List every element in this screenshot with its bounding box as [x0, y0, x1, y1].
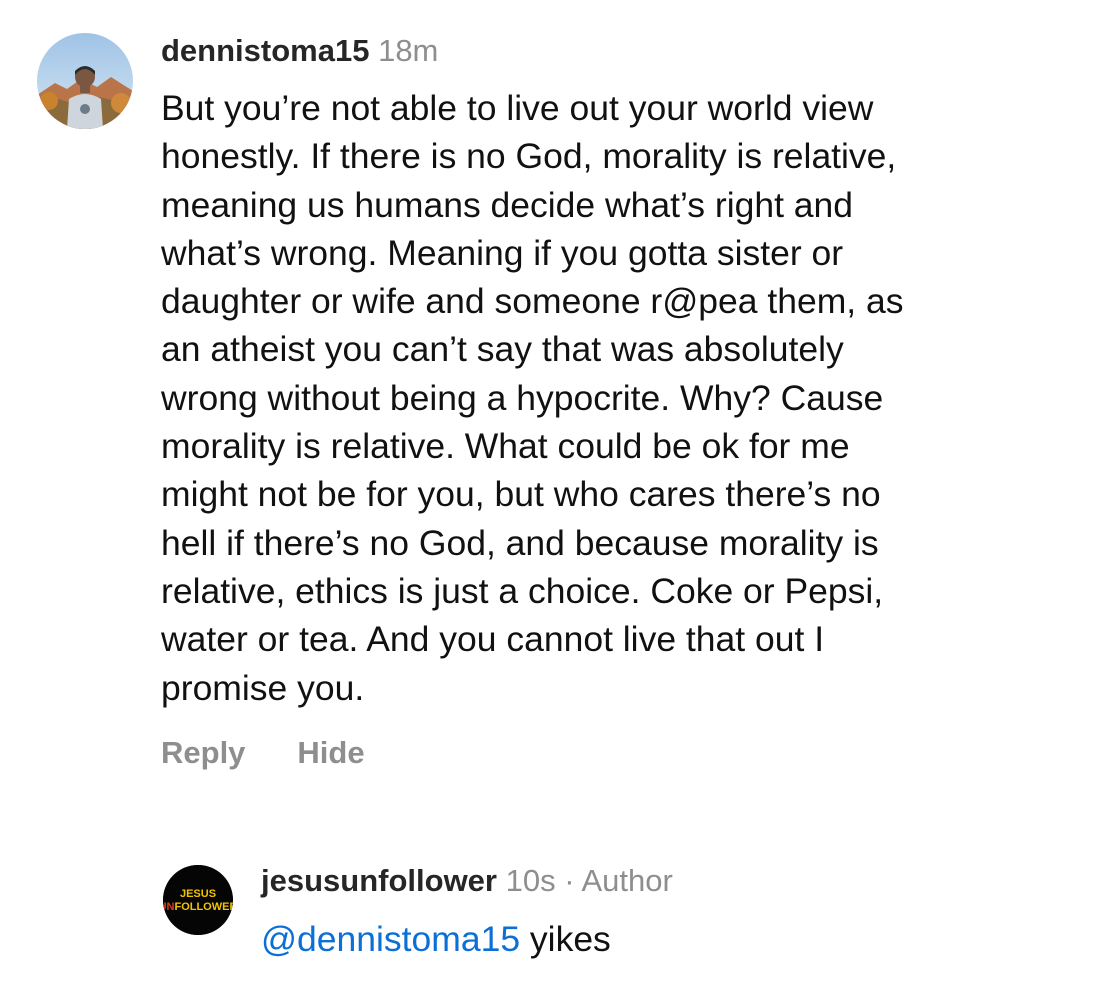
profile-photo-icon	[37, 33, 133, 129]
logo-line-2: UNFOLLOWER	[163, 901, 233, 913]
comment-username[interactable]: dennistoma15	[161, 33, 369, 68]
comment-timestamp: 18m	[378, 33, 439, 68]
logo-line-2-follower: FOLLOWER	[174, 901, 233, 913]
author-reply: JESUS UNFOLLOWER jesusunfollower 10s · A…	[0, 840, 1107, 982]
reply-button[interactable]: Reply	[161, 733, 245, 773]
reply-timestamp: 10s	[505, 863, 556, 898]
author-badge: Author	[581, 863, 673, 898]
avatar[interactable]	[37, 33, 133, 129]
reply-text: @dennistoma15 yikes	[261, 916, 611, 962]
reply-username[interactable]: jesusunfollower	[261, 863, 497, 898]
jesus-unfollower-logo-icon: JESUS UNFOLLOWER	[163, 865, 233, 935]
logo-line-1: JESUS	[180, 888, 216, 900]
comment: dennistoma15 18m But you’re not able to …	[0, 0, 1107, 800]
logo-line-2-un: UN	[163, 901, 175, 913]
comment-header: dennistoma15 18m	[161, 32, 438, 70]
author-avatar[interactable]: JESUS UNFOLLOWER	[163, 865, 233, 935]
meta-separator: ·	[564, 863, 575, 898]
reply-message: yikes	[520, 919, 611, 959]
comment-text: But you’re not able to live out your wor…	[161, 88, 904, 708]
comment-actions: Reply Hide	[161, 733, 365, 773]
reply-header: jesusunfollower 10s · Author	[261, 862, 673, 900]
hide-button[interactable]: Hide	[297, 733, 364, 773]
mention-link[interactable]: @dennistoma15	[261, 919, 520, 959]
